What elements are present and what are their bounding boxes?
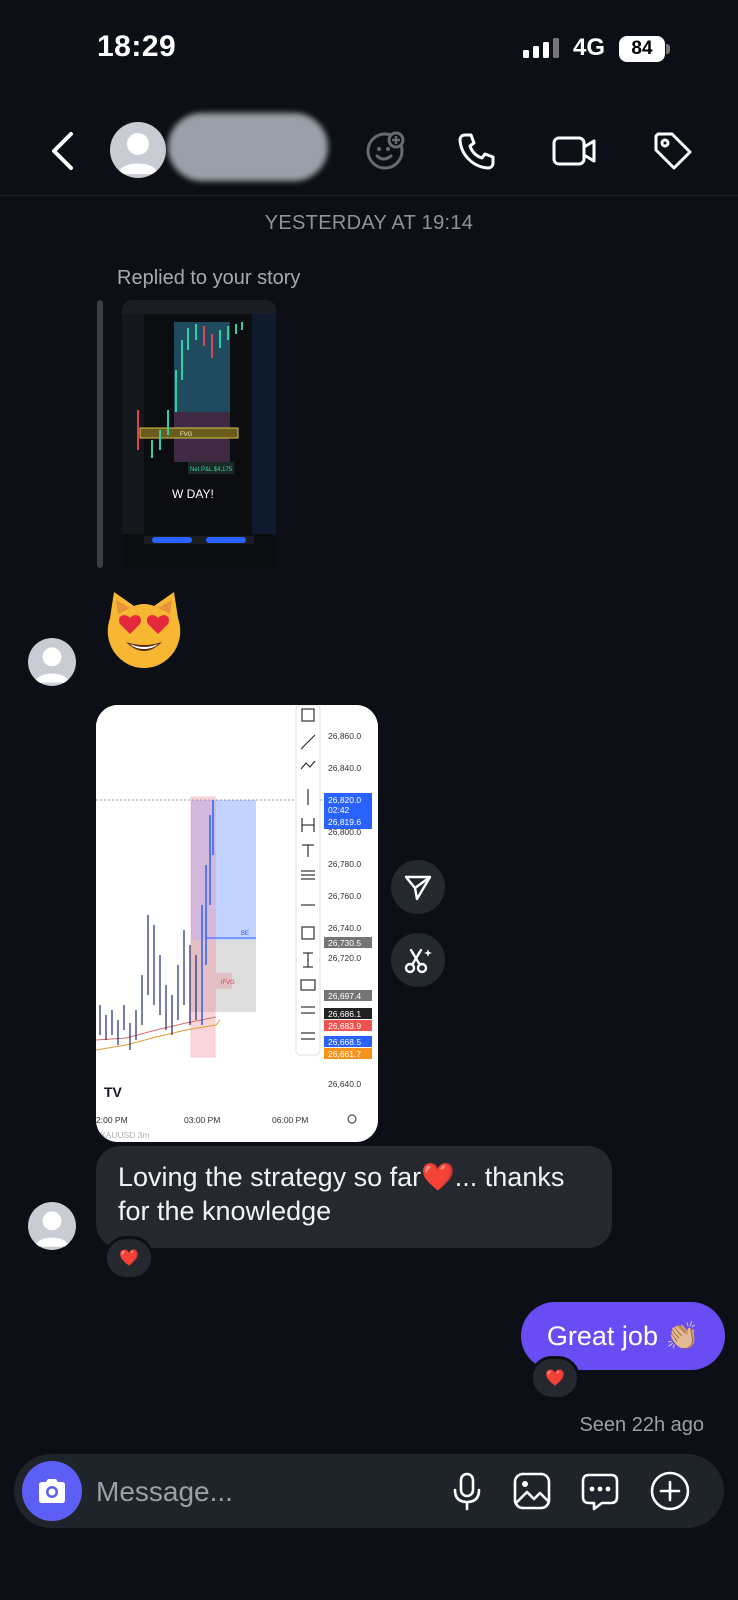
shared-chart-image[interactable]: iFVG BE 26,860.0 26,840.0 26,820.0 02:42… <box>96 705 378 1142</box>
phone-icon <box>458 133 495 170</box>
story-pnl-label: Net P&L $4,175 <box>190 467 233 473</box>
sender-avatar[interactable] <box>28 638 76 686</box>
incoming-message-bubble[interactable]: Loving the strategy so far❤️... thanks f… <box>96 1146 612 1248</box>
tradingview-logo: TV <box>104 1084 123 1100</box>
price-label: 26,661.7 <box>328 1049 361 1059</box>
send-icon <box>404 875 432 901</box>
default-avatar-icon <box>118 133 158 174</box>
story-chart-image: FVG Net P&L $4,175 W DAY! <box>122 300 276 568</box>
time-label: 03:00 PM <box>184 1115 220 1125</box>
price-label: 26,697.4 <box>328 991 361 1001</box>
price-label: 26,668.5 <box>328 1037 361 1047</box>
signal-icon <box>523 38 559 58</box>
story-fvg-label: FVG <box>180 432 193 438</box>
outgoing-reaction[interactable]: ❤️ <box>530 1356 580 1400</box>
price-label: 26,860.0 <box>328 731 361 741</box>
remix-button[interactable] <box>391 933 445 987</box>
share-button[interactable] <box>391 860 445 914</box>
story-reply-label: Replied to your story <box>117 267 301 289</box>
incoming-reaction[interactable]: ❤️ <box>104 1236 154 1280</box>
microphone-icon <box>453 1472 481 1511</box>
seen-status: Seen 22h ago <box>579 1414 704 1436</box>
effects-icon <box>366 131 405 170</box>
price-label: 26,730.5 <box>328 938 361 948</box>
chart-ifvg-label: iFVG <box>221 980 235 986</box>
price-label: 26,640.0 <box>328 1079 361 1089</box>
reply-indicator-bar <box>97 300 103 568</box>
story-thumbnail[interactable]: FVG Net P&L $4,175 W DAY! <box>122 300 276 568</box>
audio-call-button[interactable] <box>452 126 502 176</box>
countdown-label: 02:42 <box>328 805 350 815</box>
trading-chart-screenshot: iFVG BE 26,860.0 26,840.0 26,820.0 02:42… <box>96 705 378 1142</box>
video-camera-icon <box>552 136 596 166</box>
status-time: 18:29 <box>97 30 177 63</box>
contact-avatar[interactable] <box>110 122 166 178</box>
battery-level: 84 <box>619 36 665 62</box>
price-label-current: 26,820.0 <box>328 795 361 805</box>
price-label: 26,720.0 <box>328 953 361 963</box>
price-label: 26,840.0 <box>328 763 361 773</box>
chevron-left-icon <box>52 132 73 170</box>
price-label: 26,819.6 <box>328 817 361 827</box>
price-label: 26,740.0 <box>328 923 361 933</box>
gallery-button[interactable] <box>508 1467 556 1515</box>
story-caption: W DAY! <box>172 487 214 501</box>
camera-icon <box>39 1479 65 1503</box>
price-label: 26,780.0 <box>328 859 361 869</box>
price-label: 26,683.9 <box>328 1021 361 1031</box>
sticker-button[interactable] <box>576 1467 624 1515</box>
message-input[interactable] <box>96 1476 426 1508</box>
battery-indicator: 84 <box>619 36 671 62</box>
date-separator: YESTERDAY AT 19:14 <box>264 212 474 234</box>
contact-name[interactable] <box>168 113 328 181</box>
price-label: 26,800.0 <box>328 827 361 837</box>
price-label: 26,686.1 <box>328 1009 361 1019</box>
gallery-icon <box>513 1472 551 1510</box>
time-label: 06:00 PM <box>272 1115 308 1125</box>
chart-be-label: BE <box>241 931 249 937</box>
camera-button[interactable] <box>22 1461 82 1521</box>
tag-button[interactable] <box>648 126 698 176</box>
header-divider <box>0 195 738 196</box>
scissors-sparkle-icon <box>404 948 432 974</box>
time-label: 2:00 PM <box>96 1115 128 1125</box>
back-button[interactable] <box>40 124 84 178</box>
tag-icon <box>654 132 692 170</box>
video-call-button[interactable] <box>548 126 600 176</box>
heart-eyes-cat-emoji[interactable] <box>102 588 186 672</box>
sticker-icon <box>581 1473 619 1511</box>
effects-button[interactable] <box>360 126 410 176</box>
price-label: 26,760.0 <box>328 891 361 901</box>
default-avatar-icon <box>34 647 70 683</box>
voice-message-button[interactable] <box>443 1467 491 1515</box>
chart-symbol-watermark: XAUUSD 3m <box>100 1130 150 1140</box>
plus-icon <box>650 1471 690 1511</box>
sender-avatar[interactable] <box>28 1202 76 1250</box>
network-type: 4G <box>573 34 606 61</box>
default-avatar-icon <box>34 1211 70 1247</box>
more-button[interactable] <box>646 1467 694 1515</box>
